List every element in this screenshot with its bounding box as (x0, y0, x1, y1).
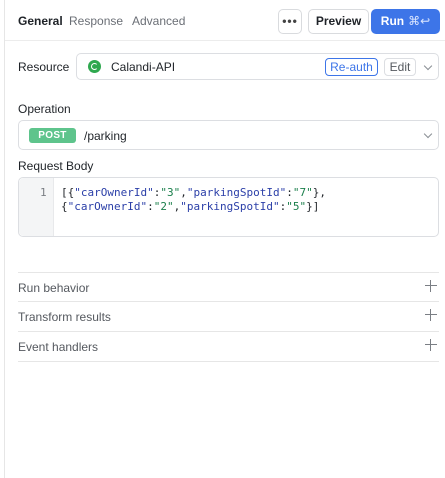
plus-icon[interactable] (425, 339, 437, 351)
chevron-down-icon[interactable] (423, 61, 433, 71)
tab-response[interactable]: Response (69, 14, 123, 28)
run-button[interactable]: Run ⌘↩ (371, 9, 440, 34)
tab-advanced[interactable]: Advanced (132, 14, 185, 28)
preview-button[interactable]: Preview (308, 9, 369, 34)
operation-label: Operation (18, 102, 71, 116)
run-button-label: Run (380, 14, 405, 28)
api-resource-icon (88, 60, 101, 73)
http-method-badge: POST (29, 128, 76, 143)
run-shortcut-hint: ⌘↩ (408, 14, 431, 28)
plus-icon[interactable] (425, 280, 437, 292)
plus-icon[interactable] (425, 309, 437, 321)
operation-select[interactable]: POST /parking (18, 120, 439, 150)
tab-general[interactable]: General (18, 14, 63, 28)
ellipsis-icon: ••• (282, 14, 298, 28)
more-options-button[interactable]: ••• (278, 9, 302, 34)
code-content[interactable]: [{"carOwnerId":"3","parkingSpotId":"7"},… (61, 186, 326, 214)
reauth-button[interactable]: Re-auth (325, 58, 378, 76)
divider (18, 361, 439, 362)
resource-label: Resource (18, 60, 70, 74)
line-number-gutter: 1 (19, 178, 54, 236)
query-editor-toolbar: General Response Advanced ••• Preview Ru… (5, 0, 445, 41)
section-label: Run behavior (18, 281, 90, 295)
resource-name: Calandi-API (111, 60, 176, 74)
chevron-down-icon (423, 129, 433, 139)
section-transform-results[interactable]: Transform results (18, 301, 439, 331)
request-body-label: Request Body (18, 159, 94, 173)
panel-left-border (4, 0, 5, 478)
section-event-handlers[interactable]: Event handlers (18, 331, 439, 361)
line-number: 1 (40, 186, 47, 199)
section-run-behavior[interactable]: Run behavior (18, 272, 439, 302)
operation-path: /parking (84, 129, 127, 143)
request-body-editor[interactable]: 1 [{"carOwnerId":"3","parkingSpotId":"7"… (18, 177, 439, 237)
section-label: Transform results (18, 310, 111, 324)
edit-resource-button[interactable]: Edit (384, 58, 416, 76)
section-label: Event handlers (18, 340, 99, 354)
resource-select[interactable]: Calandi-API Re-auth Edit (76, 53, 439, 80)
